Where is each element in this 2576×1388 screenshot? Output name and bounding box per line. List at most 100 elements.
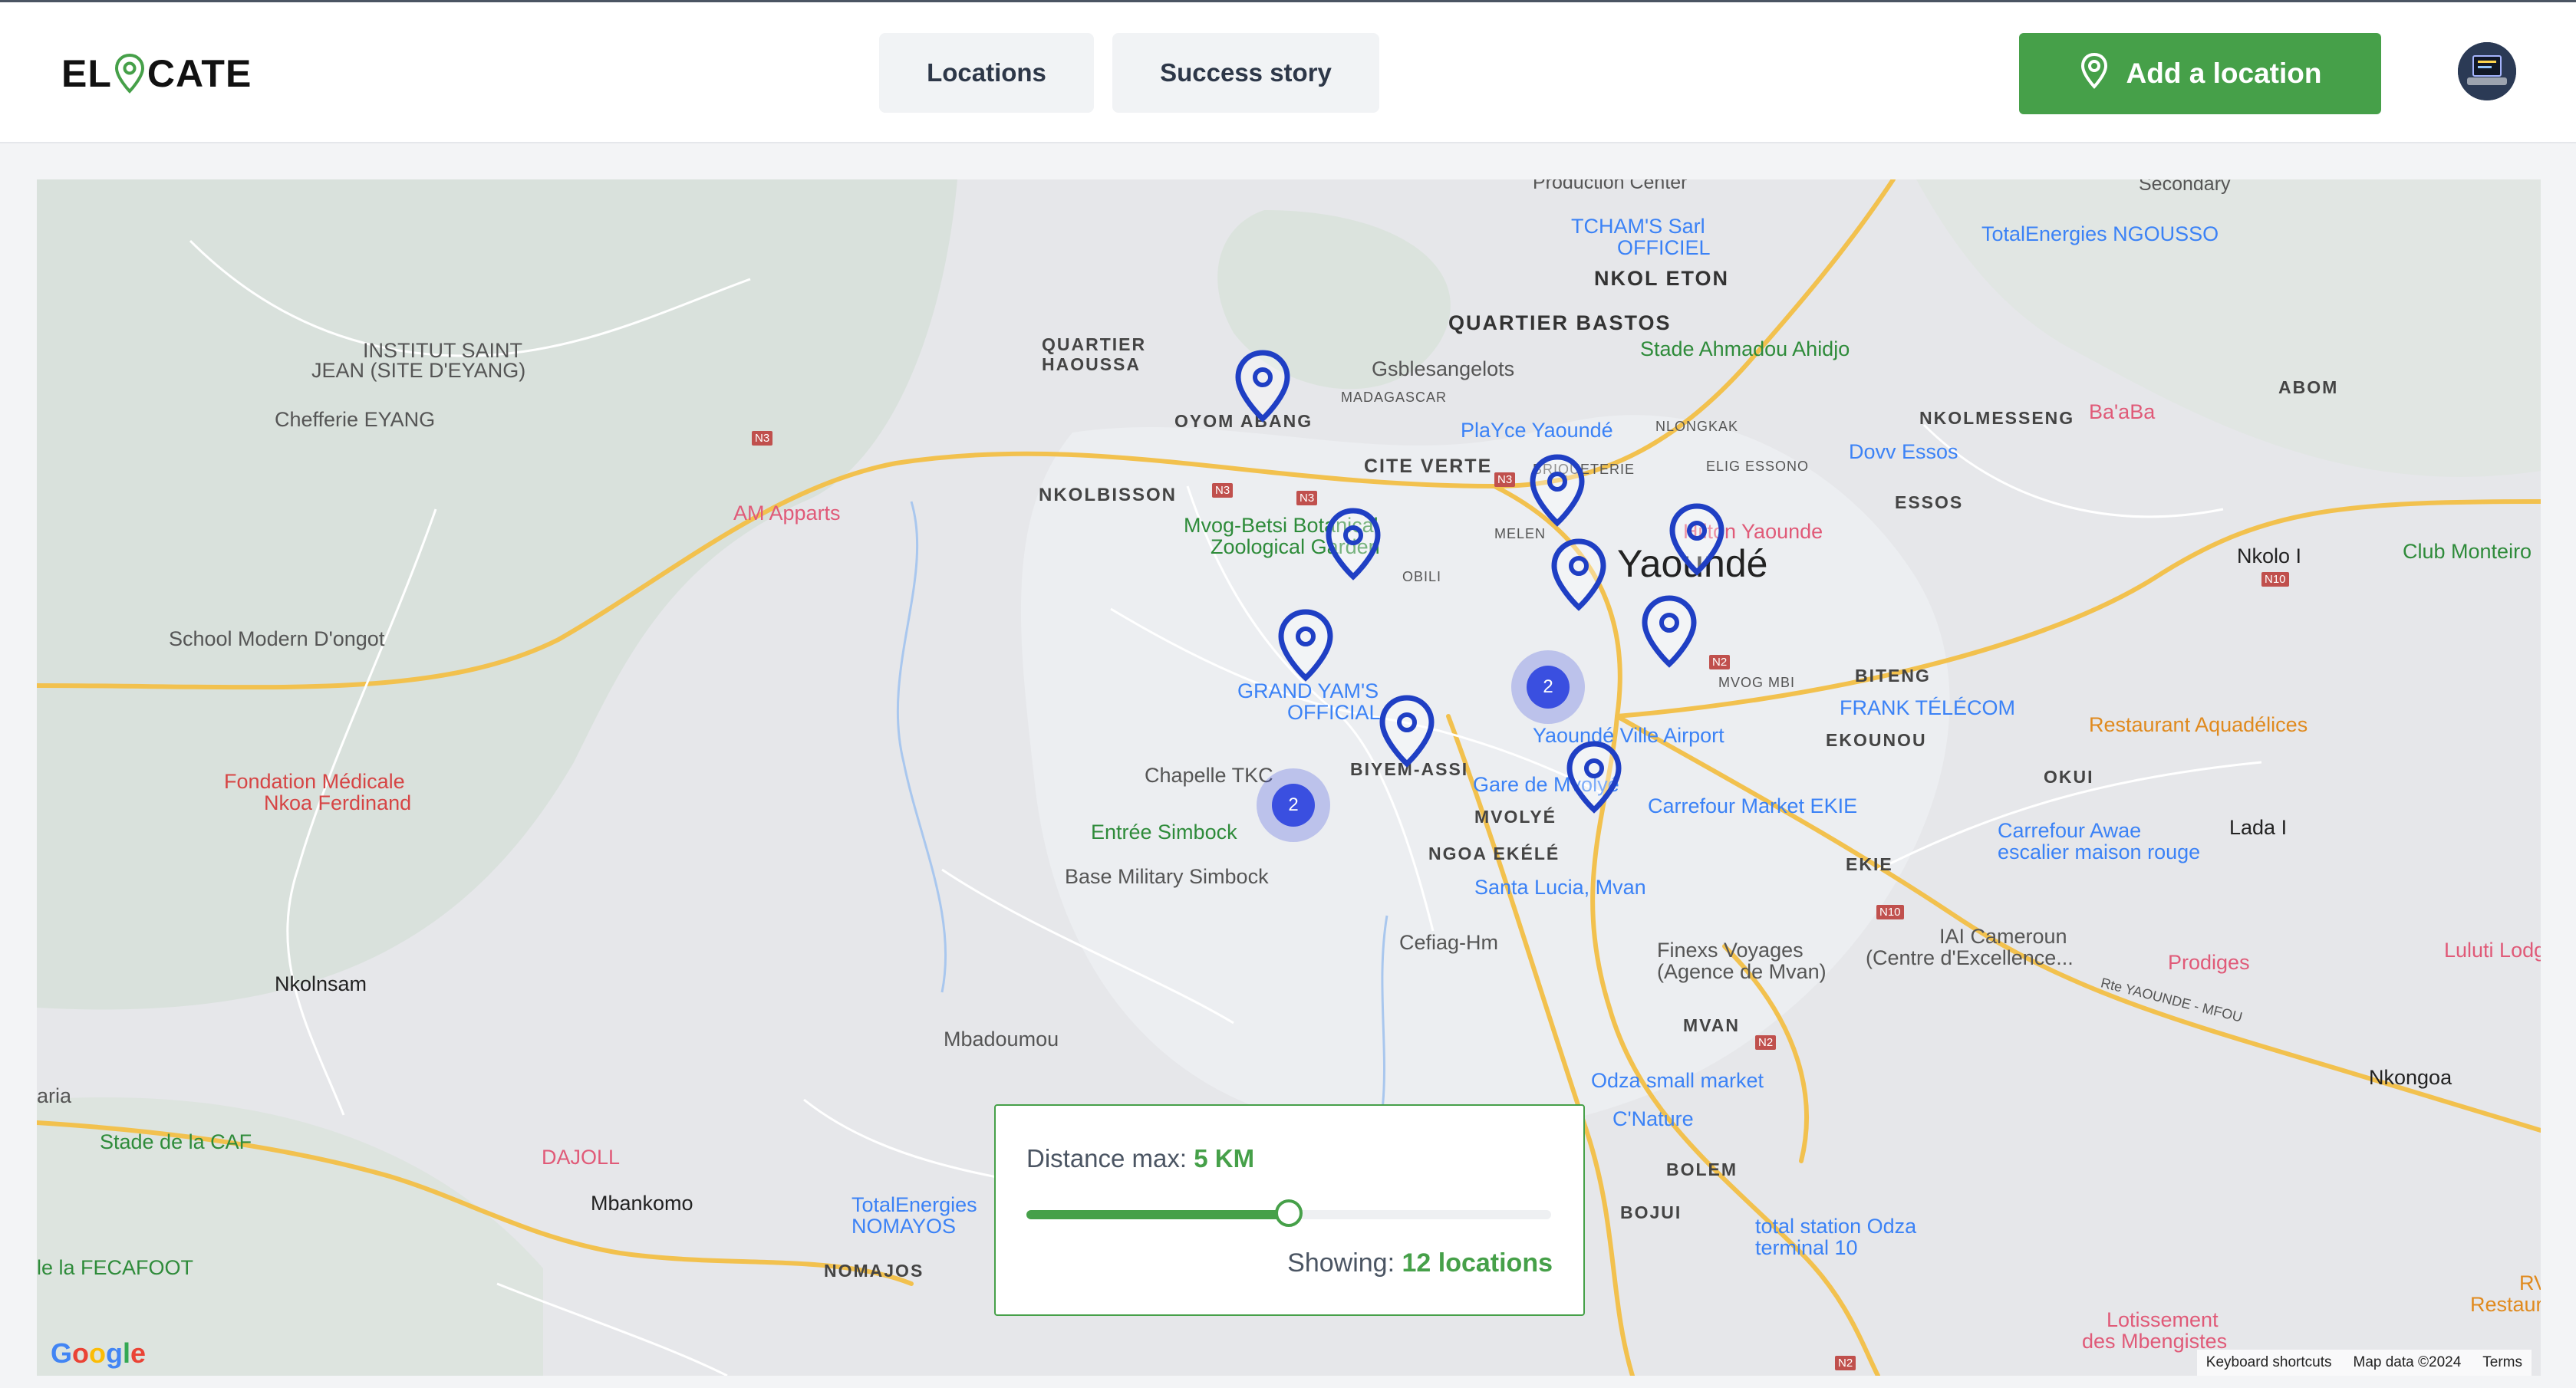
location-marker[interactable] bbox=[1666, 502, 1728, 578]
location-marker[interactable] bbox=[1376, 693, 1438, 770]
location-marker[interactable] bbox=[1323, 506, 1384, 583]
map-label: Luluti Lodge bbox=[2444, 939, 2541, 962]
showing-value: 12 locations bbox=[1402, 1248, 1553, 1278]
map-label: NKOLMESSENG bbox=[1919, 408, 2075, 428]
map-label: Mbankomo bbox=[591, 1192, 693, 1215]
map-label: MVAN bbox=[1683, 1015, 1741, 1035]
map-label: Lotissement bbox=[2107, 1308, 2219, 1331]
map-label: escalier maison rouge bbox=[1998, 840, 2201, 863]
map-label: BOLEM bbox=[1666, 1159, 1738, 1179]
google-logo: Google bbox=[51, 1337, 146, 1370]
map-label: NKOLBISSON bbox=[1039, 485, 1178, 505]
map-label: OKUI bbox=[2044, 767, 2094, 787]
map-label: Secondary bbox=[2139, 179, 2231, 195]
distance-value: 5 KM bbox=[1194, 1144, 1255, 1173]
map-label: RV bbox=[2519, 1271, 2541, 1294]
map-label: NKOL ETON bbox=[1594, 267, 1730, 290]
distance-slider[interactable] bbox=[1026, 1199, 1551, 1227]
cluster-count: 2 bbox=[1272, 784, 1315, 827]
map-label: Santa Lucia, Mvan bbox=[1474, 876, 1646, 899]
map-label: aria bbox=[37, 1084, 72, 1107]
road-shield: N3 bbox=[752, 431, 773, 446]
map-label: Entrée Simbock bbox=[1091, 821, 1237, 844]
location-marker[interactable] bbox=[1639, 594, 1700, 670]
map-label: EKIE bbox=[1846, 854, 1893, 874]
distance-label: Distance max: bbox=[1026, 1144, 1188, 1173]
map-label: Mbadoumou bbox=[944, 1028, 1059, 1051]
map-label: QUARTIER bbox=[1042, 334, 1147, 354]
map-label: Gsblesangelots bbox=[1372, 357, 1515, 380]
distance-readout: Distance max: 5 KM bbox=[1026, 1144, 1254, 1173]
brand-text-part1: EL bbox=[61, 52, 112, 95]
google-logo-letter: l bbox=[123, 1337, 131, 1369]
road-shield: N3 bbox=[1296, 491, 1318, 505]
map-label: terminal 10 bbox=[1755, 1236, 1858, 1259]
map-label: QUARTIER BASTOS bbox=[1448, 311, 1672, 334]
map-label: NLONGKAK bbox=[1655, 419, 1739, 434]
map-label: Production Center bbox=[1533, 179, 1688, 193]
location-marker[interactable] bbox=[1275, 607, 1336, 684]
map-label: Ba'aBa bbox=[2089, 400, 2156, 423]
map-data-attribution: Map data ©2024 bbox=[2353, 1354, 2462, 1370]
road-shield: N10 bbox=[2261, 572, 2289, 587]
map-label: Prodiges bbox=[2168, 951, 2250, 974]
road-shield: N2 bbox=[1835, 1356, 1856, 1370]
navbar: EL CATE Locations Success story Add a lo… bbox=[0, 2, 2576, 143]
google-logo-letter: G bbox=[51, 1337, 73, 1369]
map-label: OBILI bbox=[1402, 569, 1442, 584]
map-label: HAOUSSA bbox=[1042, 354, 1141, 374]
nav-success-story-button[interactable]: Success story bbox=[1112, 33, 1379, 113]
google-logo-letter: e bbox=[130, 1337, 147, 1369]
map-label: Nkolnsam bbox=[275, 972, 367, 995]
user-avatar[interactable] bbox=[2458, 42, 2516, 100]
map-label: MVOG MBI bbox=[1718, 675, 1796, 690]
map-label: OFFICIEL bbox=[1617, 236, 1711, 259]
map-label: MVOLYÉ bbox=[1474, 807, 1557, 827]
keyboard-shortcuts-link[interactable]: Keyboard shortcuts bbox=[2206, 1354, 2332, 1371]
slider-fill bbox=[1026, 1210, 1289, 1219]
map-label: FRANK TÉLÉCOM bbox=[1840, 696, 2016, 719]
location-marker[interactable] bbox=[1232, 348, 1293, 425]
google-logo-letter: o bbox=[89, 1337, 107, 1369]
map-label: Chefferie EYANG bbox=[275, 408, 436, 431]
map-label: C'Nature bbox=[1612, 1107, 1694, 1130]
map-label: AM Apparts bbox=[733, 502, 841, 525]
map-label: EKOUNOU bbox=[1826, 730, 1927, 750]
map-label: NOMAJOS bbox=[824, 1261, 924, 1281]
distance-filter-panel: Distance max: 5 KM Showing: 12 locations bbox=[994, 1104, 1585, 1316]
map-label: ELIG ESSONO bbox=[1706, 459, 1810, 474]
location-marker[interactable] bbox=[1548, 537, 1609, 613]
map-label: Finexs Voyages bbox=[1657, 939, 1804, 962]
map-label: TotalEnergies NGOUSSO bbox=[1981, 222, 2219, 245]
map-label: MADAGASCAR bbox=[1341, 390, 1448, 405]
map-label: DAJOLL bbox=[542, 1146, 621, 1169]
brand-text-part2: CATE bbox=[147, 52, 252, 95]
nav-locations-button[interactable]: Locations bbox=[879, 33, 1094, 113]
map-label: PlaYce Yaoundé bbox=[1461, 419, 1613, 442]
road-shield: N3 bbox=[1494, 472, 1516, 487]
map-label: Restaurant bbox=[2470, 1293, 2541, 1316]
slider-thumb[interactable] bbox=[1275, 1199, 1303, 1227]
map-label: Restaurant Aquadélices bbox=[2089, 713, 2308, 736]
marker-cluster[interactable]: 2 bbox=[1511, 650, 1585, 724]
map-label: Lada I bbox=[2229, 816, 2288, 839]
map-label: School Modern D'ongot bbox=[169, 627, 385, 650]
road-shield: N10 bbox=[1876, 905, 1904, 919]
map-label: Yaoundé Ville Airport bbox=[1533, 724, 1724, 747]
brand-logo[interactable]: EL CATE bbox=[61, 47, 252, 100]
map-label: BITENG bbox=[1855, 666, 1931, 686]
map-label: Club Monteiro bbox=[2403, 540, 2532, 563]
location-marker[interactable] bbox=[1527, 452, 1588, 529]
cluster-count: 2 bbox=[1527, 666, 1570, 709]
map-label: ESSOS bbox=[1895, 492, 1964, 512]
map-label: Base Military Simbock bbox=[1065, 865, 1269, 888]
terms-link[interactable]: Terms bbox=[2482, 1354, 2522, 1371]
add-location-label: Add a location bbox=[2126, 58, 2322, 89]
google-logo-letter: g bbox=[106, 1337, 124, 1369]
map-label: Carrefour Market EKIE bbox=[1648, 794, 1858, 817]
location-marker[interactable] bbox=[1563, 739, 1625, 816]
marker-cluster[interactable]: 2 bbox=[1257, 768, 1330, 842]
map-label: BOJUI bbox=[1620, 1202, 1682, 1222]
add-location-button[interactable]: Add a location bbox=[2019, 33, 2381, 114]
road-shield: N3 bbox=[1212, 483, 1234, 498]
